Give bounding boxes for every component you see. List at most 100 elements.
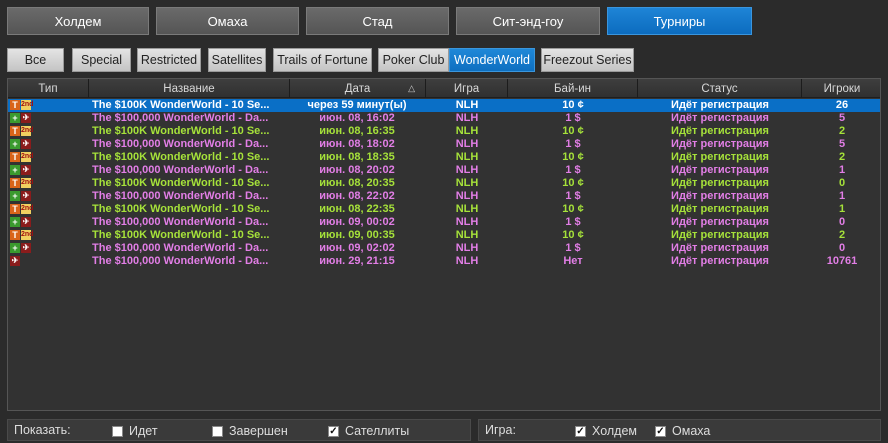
type-cell: T 2nd (10, 151, 88, 164)
game-omaha-label: Омаха (672, 424, 711, 438)
buyin-cell: 10 ¢ (562, 229, 584, 241)
players-cell: 2 (838, 151, 846, 163)
type-cell: + ✈ (10, 190, 88, 203)
status-cell: Идёт регистрация (671, 255, 769, 267)
tab-tournaments[interactable]: Турниры (607, 7, 752, 35)
tab-sit-and-go[interactable]: Сит-энд-гоу (456, 7, 600, 35)
game-cell: NLH (455, 164, 479, 176)
header-status[interactable]: Статус (638, 79, 802, 98)
show-finished-checkbox[interactable]: Завершен (212, 424, 288, 438)
buyin-cell: 10 ¢ (562, 99, 584, 111)
buyin-cell: 1 $ (565, 190, 581, 202)
header-buyin[interactable]: Бай-ин (508, 79, 638, 98)
date-cell: июн. 08, 18:02 (319, 138, 395, 150)
table-row[interactable]: T 2nd The $100K WonderWorld - 10 Se... июн.… (8, 203, 880, 216)
show-running-checkbox[interactable]: Идет (112, 424, 158, 438)
buyin-cell: 1 $ (565, 138, 581, 150)
subtab-special[interactable]: Special (72, 48, 131, 72)
buyin-cell: Нет (563, 255, 583, 267)
table-row[interactable]: T 2nd The $100K WonderWorld - 10 Se... июн.… (8, 125, 880, 138)
status-cell: Идёт регистрация (671, 99, 769, 111)
type-cell: + ✈ (10, 138, 88, 151)
show-finished-label: Завершен (229, 424, 288, 438)
subtab-satellites[interactable]: Satellites (208, 48, 266, 72)
players-cell: 5 (838, 112, 846, 124)
header-date[interactable]: Дата △ (290, 79, 426, 98)
subtab-freezout-series[interactable]: Freezout Series (541, 48, 634, 72)
players-cell: 0 (838, 177, 846, 189)
buyin-cell: 10 ¢ (562, 125, 584, 137)
date-cell: июн. 29, 21:15 (319, 255, 395, 267)
game-cell: NLH (455, 177, 479, 189)
name-cell: The $100K WonderWorld - 10 Se... (92, 229, 270, 241)
show-satellites-checkbox[interactable]: ✓ Сателлиты (328, 424, 409, 438)
subtab-all[interactable]: Все (7, 48, 64, 72)
table-row[interactable]: + ✈ The $100,000 WonderWorld - Da... июн. 0… (8, 242, 880, 255)
table-row[interactable]: + ✈ The $100,000 WonderWorld - Da... июн. 0… (8, 138, 880, 151)
players-cell: 2 (838, 125, 846, 137)
game-omaha-checkbox[interactable]: ✓ Омаха (655, 424, 710, 438)
airplane-icon: ✈ (21, 165, 31, 175)
subtab-trails-of-fortune[interactable]: Trails of Fortune (273, 48, 372, 72)
date-cell: июн. 08, 22:35 (319, 203, 395, 215)
date-cell: июн. 08, 18:35 (319, 151, 395, 163)
name-cell: The $100K WonderWorld - 10 Se... (92, 125, 270, 137)
subtab-poker-club[interactable]: Poker Club (378, 48, 449, 72)
game-cell: NLH (455, 99, 479, 111)
name-cell: The $100K WonderWorld - 10 Se... (92, 99, 270, 111)
buyin-cell: 1 $ (565, 242, 581, 254)
second-chance-icon: 2nd (21, 230, 34, 240)
show-label: Показать: (14, 423, 71, 437)
status-cell: Идёт регистрация (671, 125, 769, 137)
table-row[interactable]: T 2nd The $100K WonderWorld - 10 Se... чере… (8, 99, 880, 112)
tab-stud[interactable]: Стад (306, 7, 449, 35)
table-row[interactable]: + ✈ The $100,000 WonderWorld - Da... июн. 0… (8, 216, 880, 229)
checkbox-checked-icon: ✓ (655, 425, 666, 437)
date-cell: июн. 08, 16:02 (319, 112, 395, 124)
airplane-icon: ✈ (21, 191, 31, 201)
table-row[interactable]: ✈ The $100,000 WonderWorld - Da... июн. 29… (8, 255, 880, 268)
status-cell: Идёт регистрация (671, 164, 769, 176)
game-filter-panel: Игра: ✓ Холдем ✓ Омаха (478, 419, 881, 441)
type-cell: + ✈ (10, 164, 88, 177)
table-row[interactable]: + ✈ The $100,000 WonderWorld - Da... июн. 0… (8, 190, 880, 203)
game-cell: NLH (455, 125, 479, 137)
table-row[interactable]: T 2nd The $100K WonderWorld - 10 Se... июн.… (8, 177, 880, 190)
header-players[interactable]: Игроки (802, 79, 880, 98)
game-holdem-checkbox[interactable]: ✓ Холдем (575, 424, 637, 438)
tournament-table: Тип Название Дата △ Игра Бай-ин Статус Иг… (7, 78, 881, 411)
checkbox-icon (212, 425, 223, 437)
buyin-cell: 1 $ (565, 112, 581, 124)
header-name[interactable]: Название (89, 79, 290, 98)
table-row[interactable]: T 2nd The $100K WonderWorld - 10 Se... июн.… (8, 229, 880, 242)
date-cell: июн. 09, 00:02 (319, 216, 395, 228)
tournament-t-icon: T (10, 178, 20, 188)
table-row[interactable]: + ✈ The $100,000 WonderWorld - Da... июн. 0… (8, 164, 880, 177)
table-row[interactable]: T 2nd The $100K WonderWorld - 10 Se... июн.… (8, 151, 880, 164)
players-cell: 0 (838, 216, 846, 228)
type-cell: + ✈ (10, 242, 88, 255)
header-type[interactable]: Тип (8, 79, 89, 98)
players-cell: 5 (838, 138, 846, 150)
header-date-label: Дата (344, 82, 371, 95)
date-cell: июн. 08, 20:02 (319, 164, 395, 176)
subtab-wonderworld[interactable]: WonderWorld (449, 48, 535, 72)
type-cell: + ✈ (10, 112, 88, 125)
type-cell: + ✈ (10, 216, 88, 229)
status-cell: Идёт регистрация (671, 242, 769, 254)
game-cell: NLH (455, 203, 479, 215)
filter-bar: Показать: Идет Завершен ✓ Сателлиты Игра:… (7, 419, 881, 441)
status-cell: Идёт регистрация (671, 229, 769, 241)
airplane-icon: ✈ (21, 243, 31, 253)
name-cell: The $100,000 WonderWorld - Da... (92, 138, 269, 150)
airplane-icon: ✈ (21, 139, 31, 149)
header-game[interactable]: Игра (426, 79, 508, 98)
tab-holdem[interactable]: Холдем (7, 7, 149, 35)
name-cell: The $100K WonderWorld - 10 Se... (92, 177, 270, 189)
table-header: Тип Название Дата △ Игра Бай-ин Статус Иг… (8, 79, 880, 98)
table-row[interactable]: + ✈ The $100,000 WonderWorld - Da... июн. 0… (8, 112, 880, 125)
tab-omaha[interactable]: Омаха (156, 7, 299, 35)
airplane-icon: ✈ (21, 113, 31, 123)
plus-icon: + (10, 191, 20, 201)
subtab-restricted[interactable]: Restricted (137, 48, 201, 72)
